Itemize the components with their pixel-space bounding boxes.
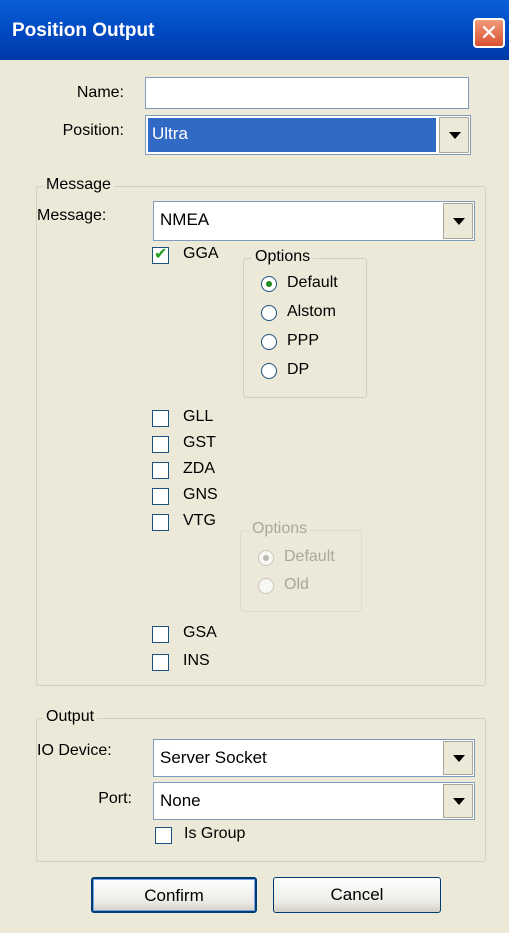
name-label: Name: — [76, 84, 124, 101]
chevron-down-icon[interactable] — [443, 784, 473, 818]
gga-option-dp-radio[interactable] — [261, 363, 277, 379]
vtg-checkbox[interactable] — [152, 514, 169, 531]
gga-option-ppp-label[interactable]: PPP — [287, 332, 319, 350]
gga-options-legend: Options — [252, 248, 314, 266]
gst-label[interactable]: GST — [183, 434, 216, 452]
gns-checkbox[interactable] — [152, 488, 169, 505]
gga-option-default-radio[interactable] — [261, 276, 277, 292]
output-group-legend: Output — [43, 708, 98, 726]
gll-label[interactable]: GLL — [183, 408, 213, 426]
vtg-label[interactable]: VTG — [183, 512, 216, 530]
port-select[interactable]: None — [153, 782, 475, 820]
message-label: Message: — [37, 207, 107, 224]
gsa-label[interactable]: GSA — [183, 624, 217, 642]
gga-label[interactable]: GGA — [183, 245, 219, 263]
gns-label[interactable]: GNS — [183, 486, 218, 504]
message-group-legend: Message — [43, 176, 114, 194]
vtg-options-legend: Options — [249, 520, 311, 538]
zda-checkbox[interactable] — [152, 462, 169, 479]
chevron-down-icon[interactable] — [443, 741, 473, 775]
message-select-value: NMEA — [160, 210, 210, 229]
chevron-down-icon[interactable] — [443, 203, 473, 239]
gsa-checkbox[interactable] — [152, 626, 169, 643]
vtg-option-default-radio — [258, 550, 274, 566]
gll-checkbox[interactable] — [152, 410, 169, 427]
gga-option-alstom-radio[interactable] — [261, 305, 277, 321]
io-device-value: Server Socket — [160, 748, 267, 767]
ins-checkbox[interactable] — [152, 654, 169, 671]
zda-label[interactable]: ZDA — [183, 460, 215, 478]
gga-checkbox[interactable] — [152, 244, 169, 264]
port-label: Port: — [98, 790, 132, 807]
vtg-options-group: Options — [240, 520, 362, 612]
name-input[interactable] — [145, 77, 469, 109]
title-bar[interactable]: Position Output ✕ — [0, 0, 509, 60]
vtg-option-old-radio — [258, 578, 274, 594]
position-select[interactable]: Ultra — [145, 115, 471, 155]
gga-option-default-label[interactable]: Default — [287, 274, 338, 292]
cancel-button[interactable]: Cancel — [273, 877, 441, 913]
gga-option-alstom-label[interactable]: Alstom — [287, 303, 336, 321]
ins-label[interactable]: INS — [183, 652, 210, 670]
io-device-label: IO Device: — [37, 742, 112, 759]
position-label: Position: — [62, 122, 124, 139]
close-icon[interactable]: ✕ — [473, 18, 505, 48]
chevron-down-icon[interactable] — [439, 117, 469, 153]
is-group-checkbox[interactable] — [155, 827, 172, 844]
message-select[interactable]: NMEA — [153, 201, 475, 241]
position-select-value: Ultra — [148, 118, 436, 152]
vtg-option-default-label: Default — [284, 548, 335, 565]
vtg-option-old-label: Old — [284, 576, 309, 593]
gst-checkbox[interactable] — [152, 436, 169, 453]
is-group-label[interactable]: Is Group — [184, 825, 245, 843]
gga-option-dp-label[interactable]: DP — [287, 361, 309, 379]
dialog-window: Position Output ✕ Name: Position: Ultra … — [0, 0, 509, 933]
port-value: None — [160, 791, 201, 810]
io-device-select[interactable]: Server Socket — [153, 739, 475, 777]
confirm-button[interactable]: Confirm — [91, 877, 257, 913]
window-title: Position Output — [12, 20, 155, 41]
gga-option-ppp-radio[interactable] — [261, 334, 277, 350]
